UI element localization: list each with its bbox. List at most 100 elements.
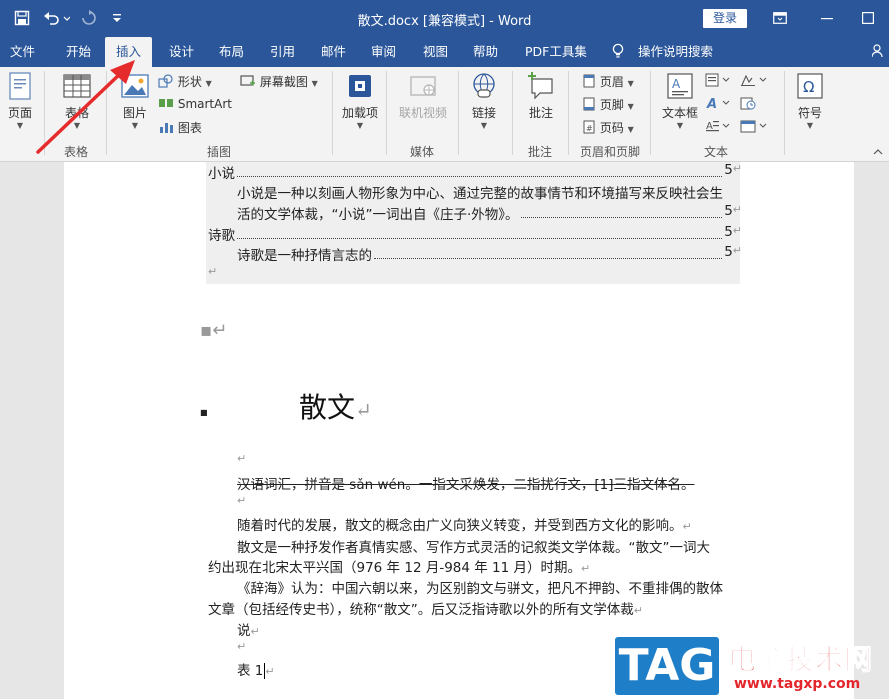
pages-button[interactable]: 页面 ▼ (4, 71, 36, 130)
chart-icon (158, 121, 174, 135)
ribbon-display-icon[interactable] (765, 7, 795, 29)
chevron-down-icon: ▼ (676, 121, 684, 130)
group-label-illustrations: 插图 (207, 145, 232, 159)
watermark-logo: TAG (612, 634, 722, 698)
tab-references[interactable]: 引用 (270, 37, 295, 67)
textbox-label: 文本框 (661, 106, 698, 120)
maximize-icon[interactable] (853, 7, 883, 29)
date-time-icon[interactable] (740, 96, 756, 113)
divider (512, 71, 513, 155)
quick-parts-icon[interactable] (705, 73, 731, 90)
tab-mailings[interactable]: 邮件 (321, 37, 346, 67)
paragraph[interactable]: 说↵ (237, 619, 260, 639)
screenshot-button[interactable]: 屏幕截图 ▼ (240, 73, 318, 90)
header-button[interactable]: 页眉 ▼ (582, 73, 634, 90)
divider (650, 71, 651, 155)
footer-label: 页脚 (599, 98, 624, 112)
chevron-down-icon: ▼ (627, 79, 634, 88)
toc-entry[interactable]: 小说 5 ↵ (208, 162, 742, 182)
paragraph[interactable]: 文章（包括经传史书），统称“散文”。后又泛指诗歌以外的所有文学体裁↵ (208, 598, 643, 618)
tab-help[interactable]: 帮助 (473, 37, 498, 67)
tab-design[interactable]: 设计 (169, 37, 194, 67)
tell-me-search[interactable]: 操作说明搜索 (638, 37, 713, 67)
toc-entry[interactable]: 小说是一种以刻画人物形象为中心、通过完整的故事情节和环境描写来反映社会生 (237, 182, 742, 202)
pictures-label: 图片 (122, 106, 147, 120)
svg-text:#: # (586, 124, 593, 133)
tab-pdf-tools[interactable]: PDF工具集 (525, 37, 587, 67)
chevron-down-icon: ▼ (16, 121, 24, 130)
comment-label: 批注 (528, 106, 553, 120)
chevron-down-icon: ▼ (627, 125, 634, 134)
table-icon (60, 71, 94, 104)
minimize-icon[interactable] (812, 7, 842, 29)
svg-text:A: A (706, 97, 717, 110)
paragraph[interactable]: 约出现在北宋太平兴国（976 年 12 月-984 年 11 月）时期。↵ (208, 556, 590, 576)
login-button[interactable]: 登录 (703, 9, 747, 28)
online-video-button[interactable]: 联机视频 (394, 71, 452, 121)
shapes-icon (158, 74, 174, 89)
symbol-button[interactable]: Ω 符号 ▼ (792, 71, 828, 130)
ribbon-tabs: 文件 开始 插入 设计 布局 引用 邮件 审阅 视图 帮助 PDF工具集 操作说… (0, 37, 889, 67)
addins-icon (342, 71, 378, 104)
tab-home[interactable]: 开始 (66, 37, 91, 67)
divider (44, 71, 45, 155)
signature-line-icon[interactable] (740, 73, 768, 90)
divider (332, 71, 333, 155)
toc-entry[interactable]: 活的文学体裁，“小说”一词出自《庄子·外物》。 5 ↵ (237, 203, 742, 223)
tab-insert[interactable]: 插入 (105, 37, 153, 67)
watermark: TAG 电脑技术网 www.tagxp.com (612, 632, 889, 699)
pictures-button[interactable]: 图片 ▼ (118, 71, 152, 130)
links-button[interactable]: 链接 ▼ (466, 71, 502, 130)
table-label: 表格 (64, 106, 89, 120)
svg-text:A: A (672, 77, 681, 91)
table-caption[interactable]: 表 1 ↵ (237, 659, 275, 679)
textbox-button[interactable]: A 文本框 ▼ (660, 71, 700, 130)
toc-entry[interactable]: 诗歌是一种抒情言志的 5 ↵ (237, 244, 742, 264)
paragraph-mark: ↵ (237, 640, 247, 653)
smartart-button[interactable]: SmartArt (158, 96, 232, 111)
paragraph-mark: ▪↵ (200, 320, 228, 341)
struck-paragraph[interactable]: 汉语词汇，拼音是 sǎn wén。一指文采焕发，二指扰行文，[1]三指文体名。 (237, 473, 694, 493)
document-page[interactable]: 小说 5 ↵ 小说是一种以刻画人物形象为中心、通过完整的故事情节和环境描写来反映社会… (64, 162, 854, 699)
page-number-icon: # (582, 120, 596, 135)
chevron-down-icon: ▼ (356, 121, 364, 130)
new-comment-button[interactable]: 批注 (522, 71, 560, 121)
tab-view[interactable]: 视图 (423, 37, 448, 67)
divider (106, 71, 107, 155)
links-label: 链接 (471, 106, 496, 120)
wordart-icon[interactable]: A (705, 96, 731, 113)
paragraph[interactable]: 随着时代的发展，散文的概念由广义向狭义转变，并受到西方文化的影响。↵ (237, 514, 692, 534)
footer-button[interactable]: 页脚 ▼ (582, 96, 634, 113)
shapes-button[interactable]: 形状 ▼ (158, 73, 212, 90)
page-icon (4, 71, 36, 104)
share-icon[interactable] (871, 37, 886, 67)
footer-icon (582, 97, 596, 112)
lightbulb-icon[interactable] (612, 37, 624, 67)
chevron-down-icon: ▼ (627, 102, 634, 111)
paragraph[interactable]: 散文是一种抒发作者真情实感、写作方式灵活的记叙类文学体裁。“散文”一词大 (237, 536, 710, 556)
object-icon[interactable] (740, 119, 768, 136)
paragraph-mark: ↵ (237, 494, 247, 507)
paragraph[interactable]: 《辞海》认为：中国六朝以来，为区别韵文与骈文，把凡不押韵、不重排偶的散体 (237, 577, 723, 597)
collapse-ribbon-icon[interactable] (873, 145, 883, 159)
drop-cap-icon[interactable]: A (705, 119, 731, 136)
heading-sanwen[interactable]: 散文↵ (299, 386, 372, 426)
table-button[interactable]: 表格 ▼ (60, 71, 94, 130)
picture-icon (118, 71, 152, 104)
paragraph-mark: ↵ (208, 265, 218, 278)
toc-entry[interactable]: 诗歌 5 ↵ (208, 224, 742, 244)
addins-button[interactable]: 加载项 ▼ (342, 71, 378, 130)
header-icon (582, 74, 596, 89)
page-number-button[interactable]: # 页码 ▼ (582, 119, 634, 136)
chart-button[interactable]: 图表 (158, 119, 202, 136)
screenshot-label: 屏幕截图 (259, 75, 308, 89)
symbol-label: 符号 (797, 106, 822, 120)
tab-file[interactable]: 文件 (10, 37, 35, 67)
tab-review[interactable]: 审阅 (371, 37, 396, 67)
list-bullet: ■ (200, 408, 208, 417)
title-bar: 散文.docx [兼容模式] - Word 登录 (0, 0, 889, 37)
divider (386, 71, 387, 155)
comment-icon (522, 71, 560, 104)
tab-layout[interactable]: 布局 (219, 37, 244, 67)
divider (784, 71, 785, 155)
